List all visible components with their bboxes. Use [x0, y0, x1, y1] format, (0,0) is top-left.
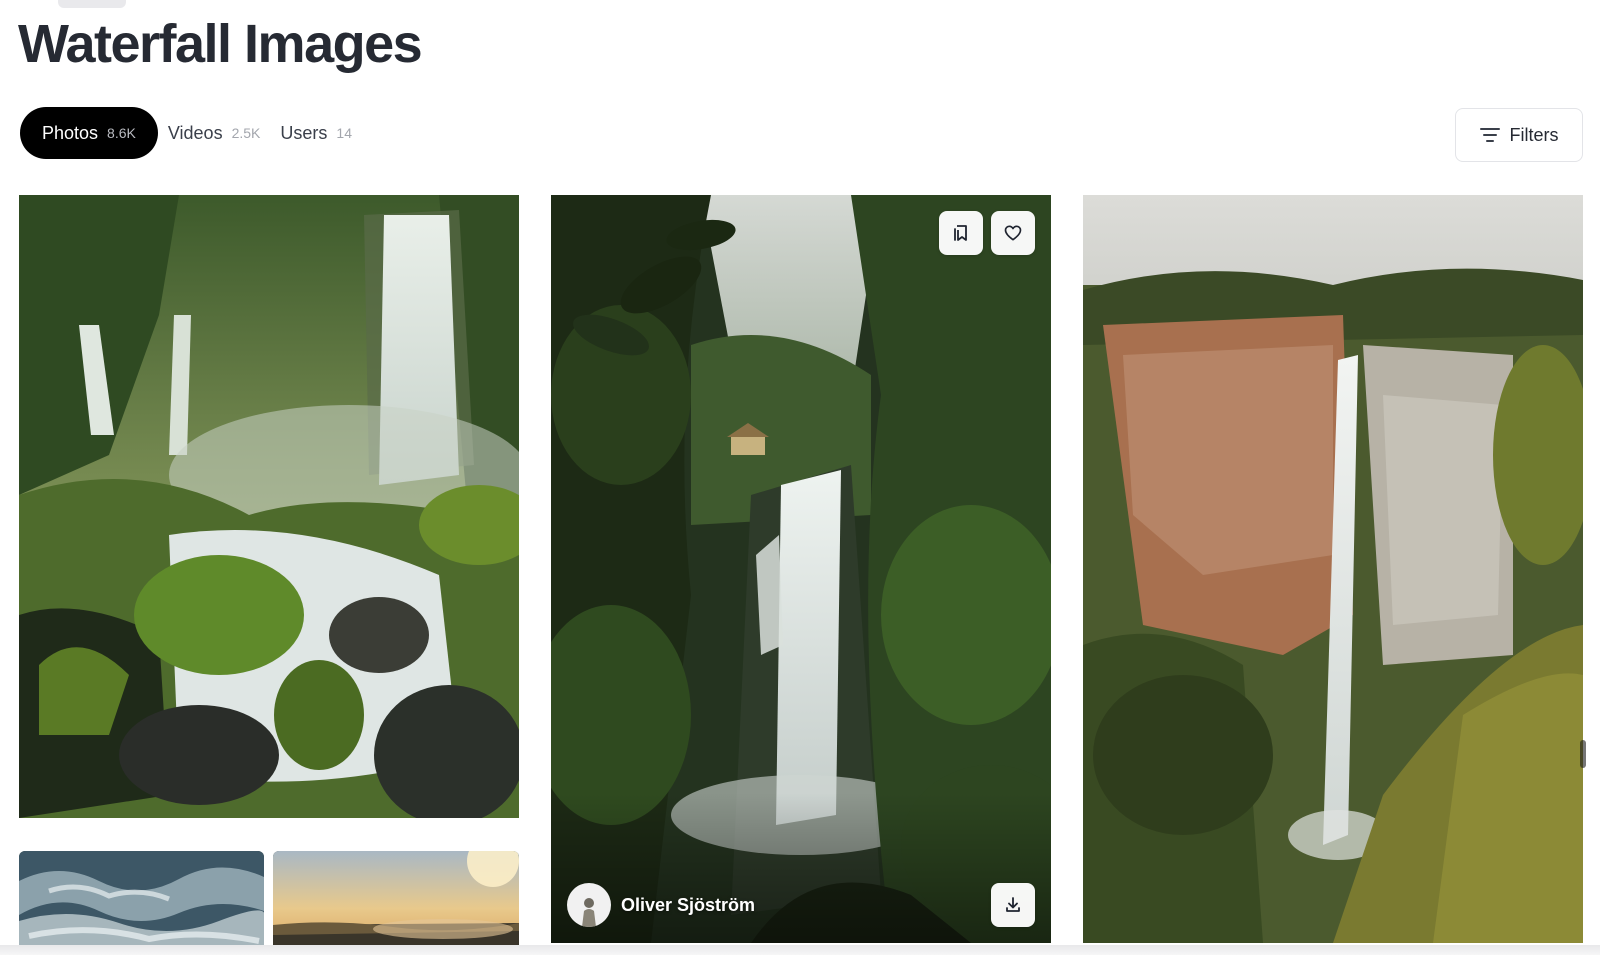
- browser-tab-hint: [58, 0, 126, 8]
- tab-users-count: 14: [336, 125, 352, 141]
- filters-button[interactable]: Filters: [1455, 108, 1583, 162]
- add-to-collection-button[interactable]: [939, 211, 983, 255]
- tab-users-label: Users: [280, 122, 328, 143]
- scroll-edge-indicator: [1580, 740, 1586, 768]
- tab-videos[interactable]: Videos 2.5K: [158, 107, 271, 159]
- tab-users[interactable]: Users 14: [270, 107, 362, 159]
- avatar: [567, 883, 611, 927]
- tab-photos-count: 8.6K: [107, 125, 136, 141]
- photo-rapids-water-image: [19, 851, 264, 955]
- filters-label: Filters: [1509, 124, 1559, 145]
- like-button[interactable]: [991, 211, 1035, 255]
- download-button[interactable]: [991, 883, 1035, 927]
- author-name: Oliver Sjöström: [621, 894, 756, 915]
- tab-videos-label: Videos: [167, 122, 223, 143]
- media-type-tabs: Photos 8.6K Videos 2.5K Users 14: [20, 107, 362, 159]
- photo-waterfall-cliff-tall-image: [1083, 195, 1583, 943]
- photo-author[interactable]: Oliver Sjöström: [567, 883, 755, 927]
- page-title: Waterfall Images: [18, 14, 423, 74]
- tab-photos[interactable]: Photos 8.6K: [20, 107, 158, 159]
- filter-lines-icon: [1479, 128, 1500, 142]
- download-icon: [1006, 897, 1020, 912]
- browser-bottom-edge: [0, 945, 1600, 955]
- photo-rapids-water[interactable]: [19, 851, 264, 955]
- photo-sunset-landscape[interactable]: [273, 851, 519, 955]
- photo-sunset-landscape-image: [273, 851, 519, 955]
- tab-photos-label: Photos: [42, 122, 99, 143]
- photo-waterfall-mossy-rocks[interactable]: [19, 195, 519, 818]
- author-avatar-figure: [582, 898, 596, 927]
- photo-waterfall-jungle-hut[interactable]: Oliver Sjöström: [551, 195, 1051, 943]
- photo-waterfall-mossy-rocks-image: [19, 195, 519, 818]
- collection-icon: [954, 225, 967, 241]
- heart-icon: [1004, 225, 1022, 241]
- tab-videos-count: 2.5K: [231, 125, 261, 141]
- photo-waterfall-cliff-tall[interactable]: [1083, 195, 1583, 943]
